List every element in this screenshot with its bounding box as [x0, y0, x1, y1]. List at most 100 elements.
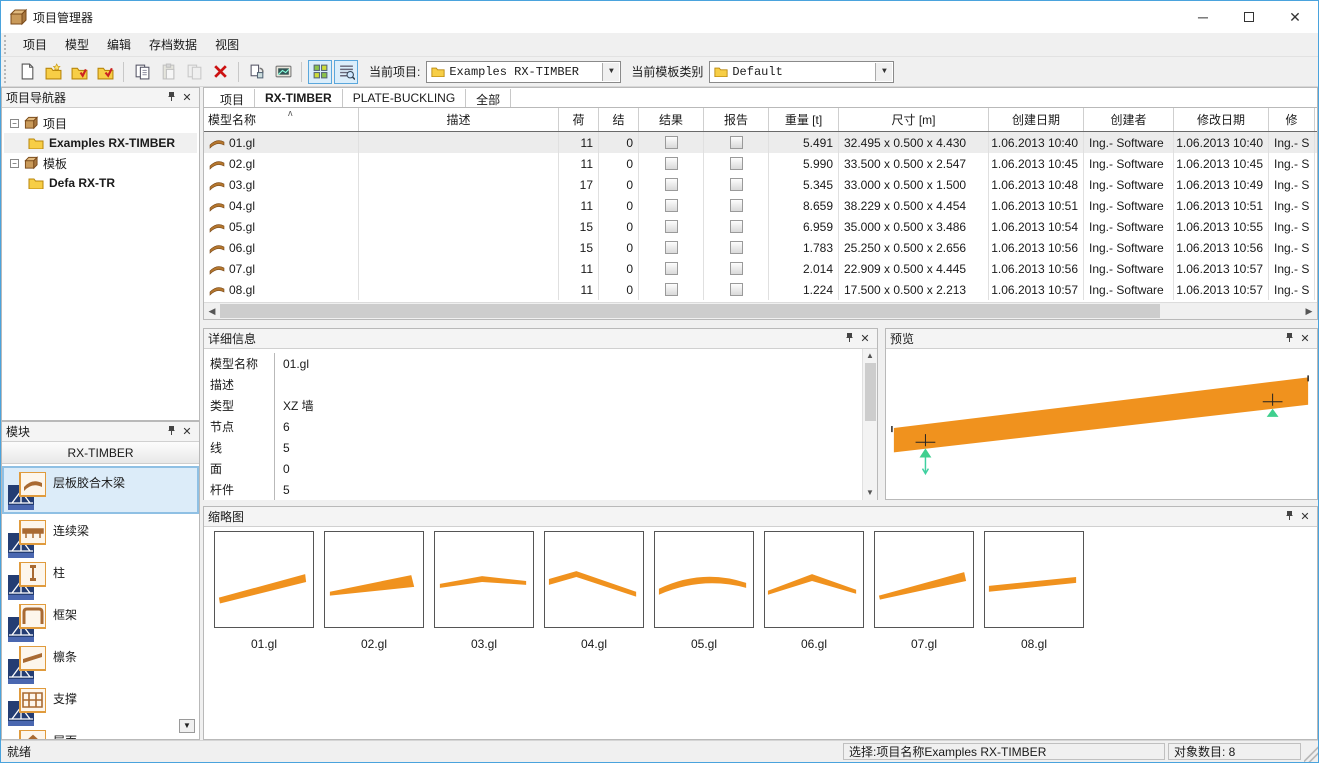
confirm-folder-button[interactable] [93, 60, 117, 84]
chevron-down-icon[interactable]: ▼ [602, 63, 619, 81]
menu-item-编辑[interactable]: 编辑 [98, 35, 140, 55]
checkbox[interactable] [730, 157, 743, 170]
column-header-结[interactable]: 结 [599, 108, 639, 131]
checkbox[interactable] [665, 157, 678, 170]
table-row[interactable]: 05.gl1506.95935.000 x 0.500 x 3.4861.06.… [204, 216, 1317, 237]
thumbnail-frame[interactable] [654, 531, 754, 628]
scrollbar-thumb[interactable] [865, 363, 876, 421]
minimize-button[interactable]: ─ [1180, 1, 1226, 33]
pin-icon[interactable] [1281, 510, 1297, 524]
column-header-修改日期[interactable]: 修改日期 [1174, 108, 1269, 131]
table-row[interactable]: 06.gl1501.78325.250 x 0.500 x 2.6561.06.… [204, 237, 1317, 258]
thumbnail-frame[interactable] [434, 531, 534, 628]
column-header-创建者[interactable]: 创建者 [1084, 108, 1174, 131]
pin-icon[interactable] [163, 91, 179, 105]
column-header-描述[interactable]: 描述 [359, 108, 559, 131]
new-project-folder-button[interactable] [41, 60, 65, 84]
checkbox[interactable] [665, 262, 678, 275]
thumbnail-01.gl[interactable]: 01.gl [209, 531, 319, 651]
module-item-柱[interactable]: 柱 [2, 556, 199, 598]
checkbox[interactable] [665, 136, 678, 149]
module-item-檩条[interactable]: 檩条 [2, 640, 199, 682]
pin-icon[interactable] [1281, 332, 1297, 346]
details-vertical-scrollbar[interactable]: ▲ ▼ [862, 349, 877, 500]
resize-grip[interactable] [1304, 741, 1318, 762]
close-button[interactable]: ✕ [1272, 1, 1318, 33]
tab-PLATE-BUCKLING[interactable]: PLATE-BUCKLING [343, 89, 466, 107]
column-header-重量 [t][interactable]: 重量 [t] [769, 108, 839, 131]
tree-node-项目[interactable]: −项目 [4, 113, 197, 133]
thumbnail-05.gl[interactable]: 05.gl [649, 531, 759, 651]
tree-expand-icon[interactable]: − [10, 159, 19, 168]
column-header-尺寸 [m][interactable]: 尺寸 [m] [839, 108, 989, 131]
menu-item-视图[interactable]: 视图 [206, 35, 248, 55]
scroll-left-icon[interactable]: ◀ [204, 306, 220, 317]
table-row[interactable]: 07.gl1102.01422.909 x 0.500 x 4.4451.06.… [204, 258, 1317, 279]
table-row[interactable]: 08.gl1101.22417.500 x 0.500 x 2.2131.06.… [204, 279, 1317, 300]
checkbox[interactable] [730, 178, 743, 191]
checkbox[interactable] [665, 241, 678, 254]
checkbox[interactable] [730, 199, 743, 212]
column-header-修[interactable]: 修 [1269, 108, 1315, 131]
module-item-屋面[interactable]: 屋面 [2, 724, 199, 739]
current-project-combobox[interactable]: Examples RX-TIMBER ▼ [426, 61, 621, 83]
view-grid-button[interactable] [308, 60, 332, 84]
thumbnail-03.gl[interactable]: 03.gl [429, 531, 539, 651]
scroll-up-icon[interactable]: ▲ [866, 349, 874, 363]
menu-item-存档数据[interactable]: 存档数据 [140, 35, 206, 55]
module-item-支撑[interactable]: 支撑 [2, 682, 199, 724]
module-item-连续梁[interactable]: 连续梁 [2, 514, 199, 556]
column-header-模型名称[interactable]: 模型名称ʌ [204, 108, 359, 131]
thumbnail-07.gl[interactable]: 07.gl [869, 531, 979, 651]
scrollbar-thumb[interactable] [220, 304, 1160, 318]
close-panel-icon[interactable]: ✕ [179, 91, 195, 104]
close-panel-icon[interactable]: ✕ [1297, 510, 1313, 523]
chevron-down-icon[interactable]: ▼ [875, 63, 892, 81]
modules-group-header[interactable]: RX-TIMBER [2, 442, 199, 464]
view-details-button[interactable] [334, 60, 358, 84]
menu-item-模型[interactable]: 模型 [56, 35, 98, 55]
new-model-folder-button[interactable] [67, 60, 91, 84]
checkbox[interactable] [665, 199, 678, 212]
tab-全部[interactable]: 全部 [466, 89, 511, 107]
checkbox[interactable] [730, 241, 743, 254]
thumbnail-frame[interactable] [874, 531, 974, 628]
module-item-层板胶合木梁[interactable]: 层板胶合木梁 [2, 466, 199, 514]
thumbnail-06.gl[interactable]: 06.gl [759, 531, 869, 651]
thumbnail-frame[interactable] [764, 531, 864, 628]
checkbox[interactable] [730, 283, 743, 296]
column-header-报告[interactable]: 报告 [704, 108, 769, 131]
tree-node-模板[interactable]: −模板 [4, 153, 197, 173]
tree-item-defa-rx-tr[interactable]: Defa RX-TR [4, 173, 197, 193]
checkbox[interactable] [665, 220, 678, 233]
pin-icon[interactable] [163, 425, 179, 439]
column-header-创建日期[interactable]: 创建日期 [989, 108, 1084, 131]
thumbnail-frame[interactable] [324, 531, 424, 628]
menu-item-项目[interactable]: 项目 [14, 35, 56, 55]
thumbnail-02.gl[interactable]: 02.gl [319, 531, 429, 651]
tree-item-examples-rx-timber[interactable]: Examples RX-TIMBER [4, 133, 197, 153]
new-file-button[interactable] [15, 60, 39, 84]
tab-项目[interactable]: 项目 [210, 89, 255, 107]
table-row[interactable]: 04.gl1108.65938.229 x 0.500 x 4.4541.06.… [204, 195, 1317, 216]
thumbnail-frame[interactable] [544, 531, 644, 628]
thumbnail-frame[interactable] [984, 531, 1084, 628]
checkbox[interactable] [665, 178, 678, 191]
copy-special-button[interactable] [182, 60, 206, 84]
delete-button[interactable] [208, 60, 232, 84]
table-row[interactable]: 03.gl1705.34533.000 x 0.500 x 1.5001.06.… [204, 174, 1317, 195]
checkbox[interactable] [730, 220, 743, 233]
checkbox[interactable] [665, 283, 678, 296]
thumbnail-08.gl[interactable]: 08.gl [979, 531, 1089, 651]
checkbox[interactable] [730, 136, 743, 149]
maximize-button[interactable] [1226, 1, 1272, 33]
archive-screen-button[interactable] [271, 60, 295, 84]
pin-icon[interactable] [841, 332, 857, 346]
paste-button[interactable] [156, 60, 180, 84]
scroll-down-icon[interactable]: ▼ [866, 486, 874, 500]
close-panel-icon[interactable]: ✕ [1297, 332, 1313, 345]
tab-RX-TIMBER[interactable]: RX-TIMBER [255, 89, 343, 107]
scroll-right-icon[interactable]: ▶ [1301, 306, 1317, 317]
thumbnail-04.gl[interactable]: 04.gl [539, 531, 649, 651]
column-header-结果[interactable]: 结果 [639, 108, 704, 131]
